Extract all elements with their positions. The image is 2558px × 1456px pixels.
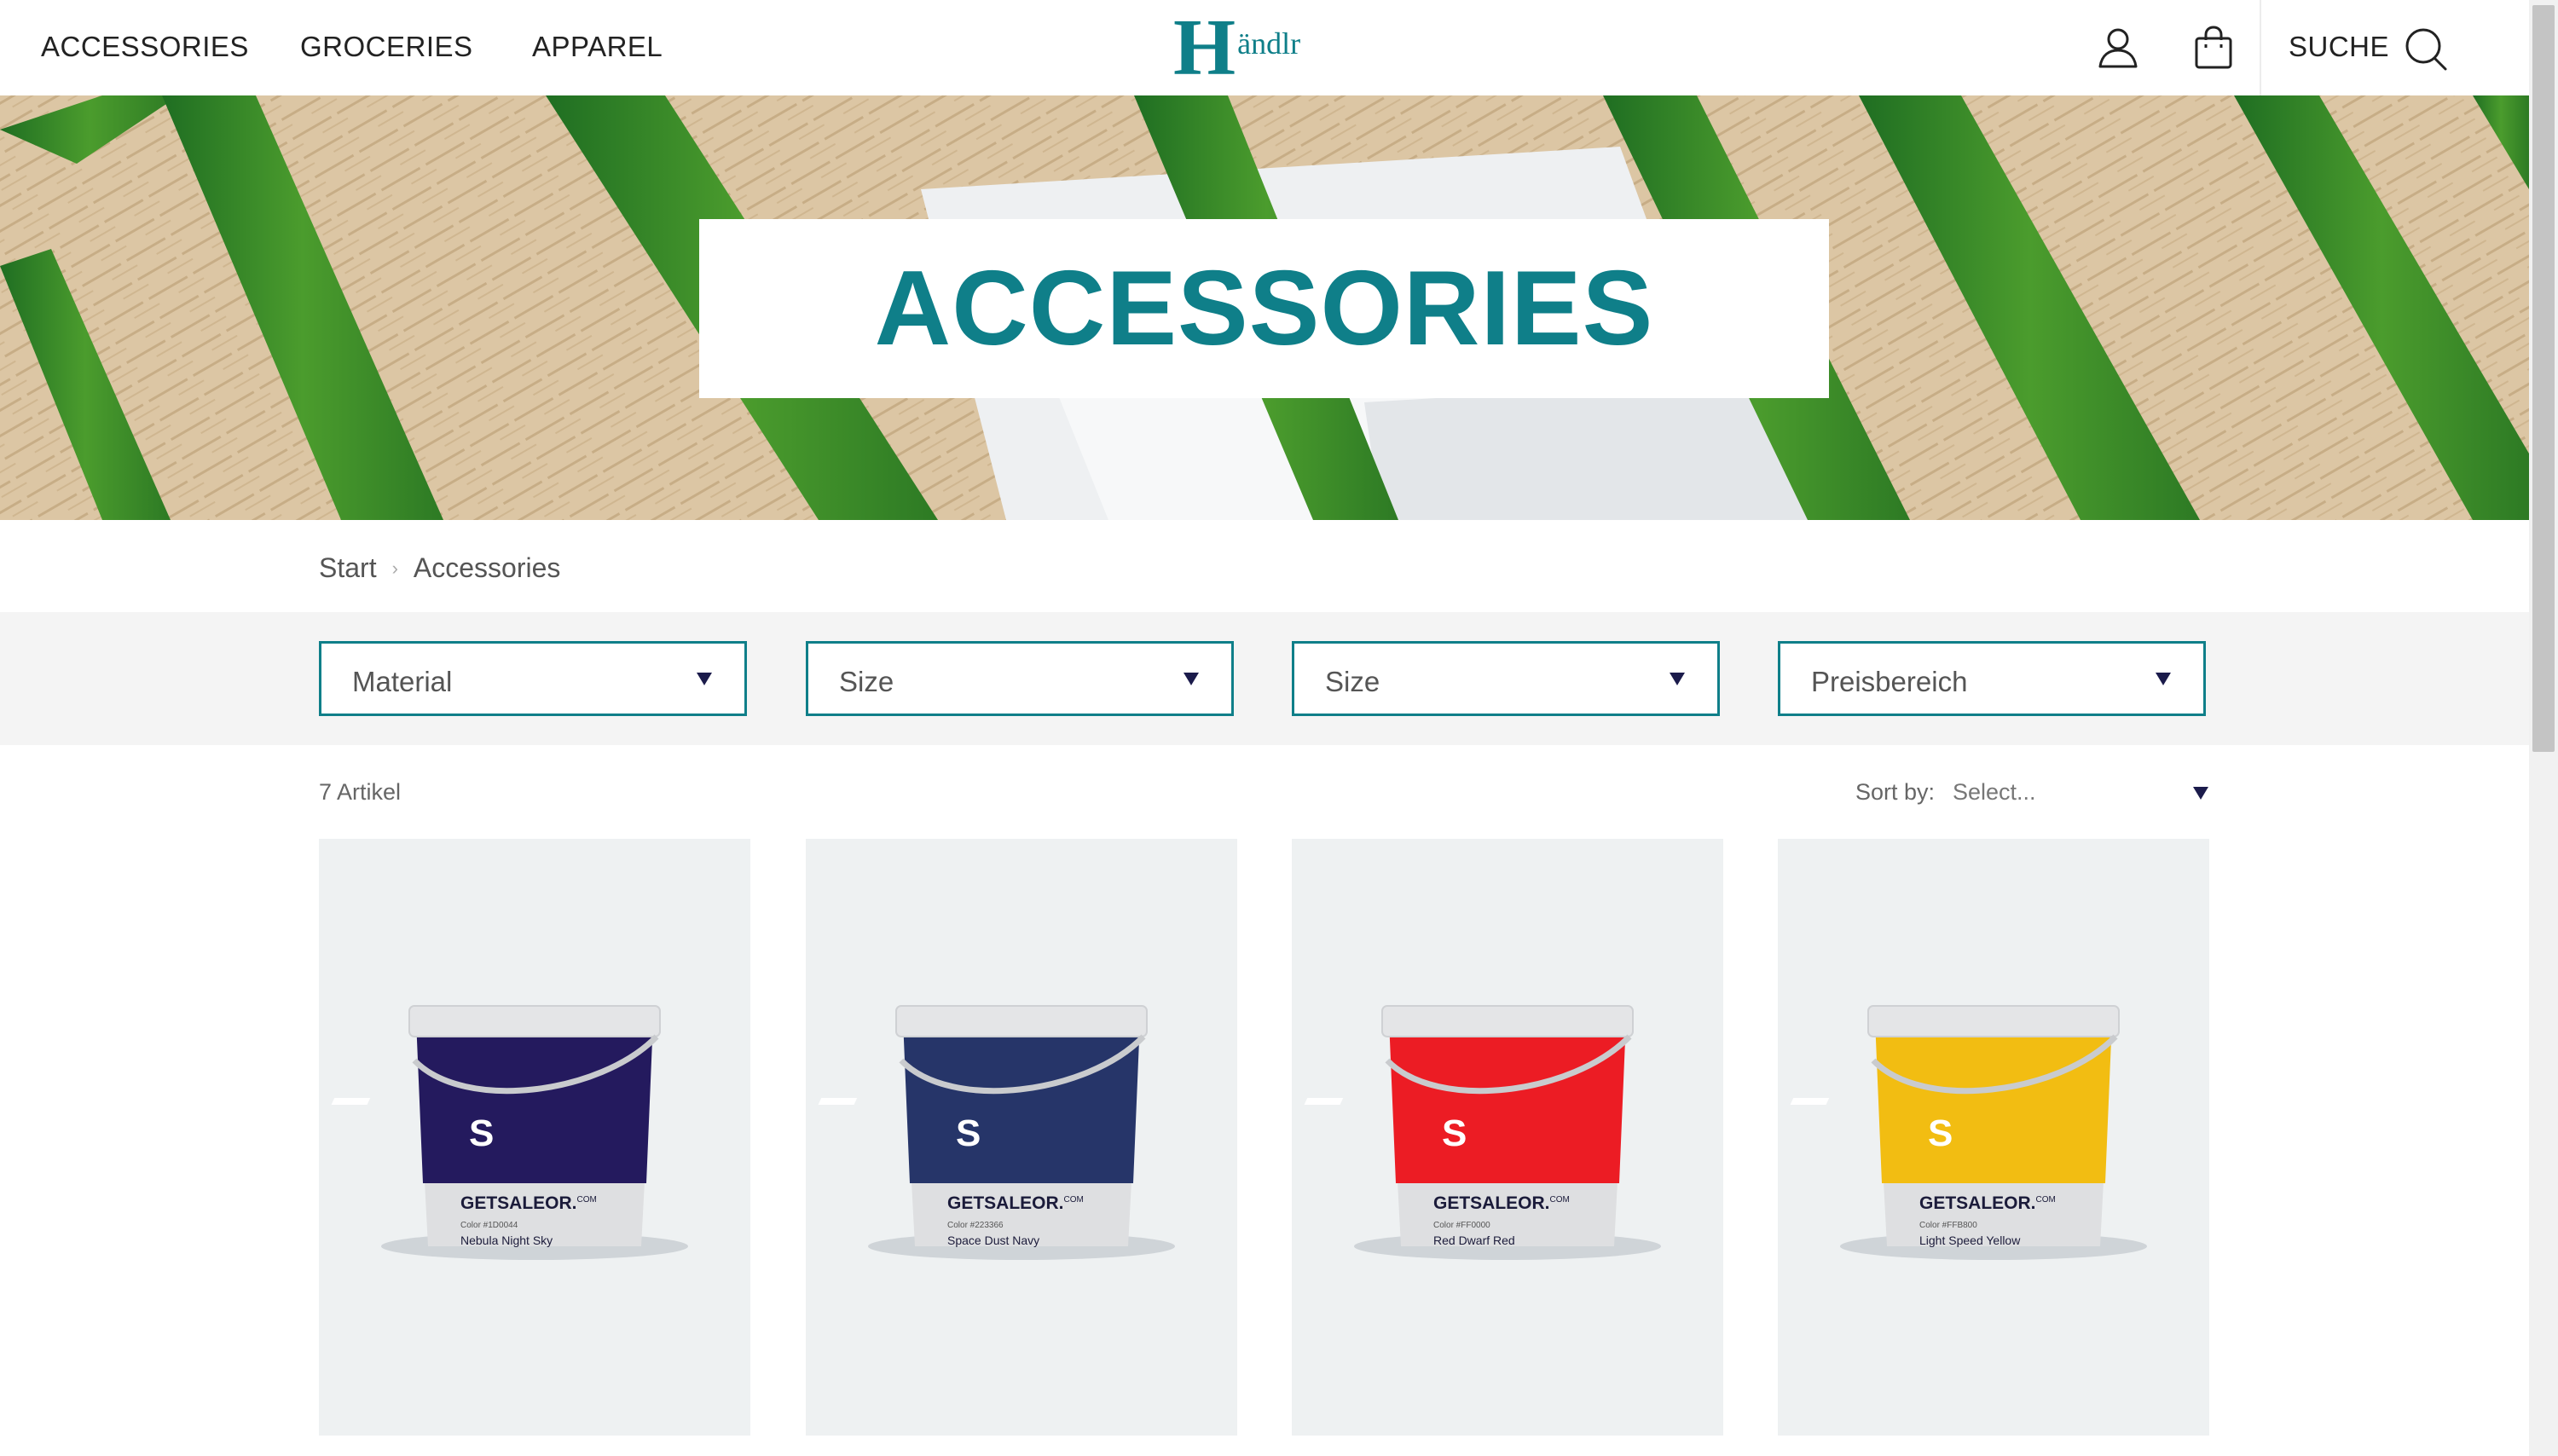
bucket-brand-suffix: COM bbox=[1550, 1195, 1570, 1205]
top-navigation: ACCESSORIES GROCERIES APPAREL H ändlr SU… bbox=[0, 0, 2529, 97]
category-hero-banner: ACCESSORIES bbox=[0, 95, 2529, 520]
bucket-product-name: Red Dwarf Red bbox=[1433, 1234, 1515, 1247]
scrollbar-thumb[interactable] bbox=[2532, 5, 2555, 752]
bucket-brand-text: GETSALEOR.COM bbox=[1433, 1193, 1570, 1213]
product-count: 7 Artikel bbox=[319, 779, 402, 805]
saleor-logo-letter: S bbox=[1928, 1112, 1953, 1154]
filter-price-range-dropdown[interactable]: Preisbereich bbox=[1778, 641, 2206, 716]
user-icon[interactable] bbox=[2096, 26, 2140, 70]
bucket-brand-text: GETSALEOR.COM bbox=[460, 1193, 597, 1213]
breadcrumb-item-start[interactable]: Start bbox=[319, 552, 377, 584]
bucket-brand-suffix: COM bbox=[577, 1195, 597, 1205]
nav-link-accessories[interactable]: ACCESSORIES bbox=[41, 31, 249, 63]
store-logo[interactable]: H ändlr bbox=[1173, 3, 1301, 92]
bucket-color-band bbox=[416, 1020, 653, 1183]
bucket-color-band bbox=[1875, 1020, 2112, 1183]
sort-value: Select... bbox=[1953, 779, 2036, 805]
product-card[interactable]: S GETSALEOR.COM Color #FF0000 Red Dwarf Red bbox=[1292, 839, 1723, 1436]
bucket-color-code: Color #FFB800 bbox=[1919, 1221, 1977, 1230]
paint-bucket-image: S GETSALEOR.COM Color #223366 Space Dust Na… bbox=[818, 1005, 1175, 1260]
filter-material-dropdown[interactable]: Material bbox=[319, 641, 747, 716]
sort-label: Sort by: bbox=[1855, 779, 1936, 805]
filter-label: Material bbox=[352, 666, 453, 697]
bucket-brand-text: GETSALEOR.COM bbox=[1919, 1193, 2056, 1213]
bucket-color-code: Color #FF0000 bbox=[1433, 1221, 1490, 1230]
paint-bucket-image: S GETSALEOR.COM Color #FF0000 Red Dwarf Red bbox=[1304, 1005, 1661, 1260]
bucket-product-name: Light Speed Yellow bbox=[1919, 1234, 2021, 1247]
breadcrumb: Start › Accessories bbox=[319, 552, 560, 584]
nav-link-apparel[interactable]: APPAREL bbox=[532, 31, 663, 63]
bucket-brand-suffix: COM bbox=[2036, 1195, 2056, 1205]
bucket-color-band bbox=[1389, 1020, 1626, 1183]
caret-down-icon bbox=[1184, 673, 1199, 685]
filter-size-dropdown-2[interactable]: Size bbox=[1292, 641, 1720, 716]
paint-bucket-image: S GETSALEOR.COM Color #FFB800 Light Speed Y… bbox=[1790, 1005, 2147, 1260]
caret-down-icon bbox=[1670, 673, 1685, 685]
bucket-brand-text: GETSALEOR.COM bbox=[947, 1193, 1084, 1213]
bucket-lid bbox=[895, 1005, 1148, 1037]
caret-down-icon bbox=[697, 673, 712, 685]
shopping-bag-icon[interactable] bbox=[2191, 26, 2236, 70]
bucket-brand-name: GETSALEOR. bbox=[947, 1193, 1064, 1213]
saleor-logo-mark bbox=[1304, 1098, 1344, 1105]
logo-initial: H bbox=[1173, 3, 1236, 92]
filter-label: Size bbox=[1325, 666, 1380, 697]
bucket-color-code: Color #1D0044 bbox=[460, 1221, 518, 1230]
filter-bar: Material Size Size Preisbereich bbox=[0, 612, 2529, 745]
product-card[interactable]: S GETSALEOR.COM Color #FFB800 Light Speed Y… bbox=[1778, 839, 2209, 1436]
bucket-lid bbox=[408, 1005, 661, 1037]
search-icon[interactable] bbox=[2403, 26, 2447, 71]
bucket-lid bbox=[1867, 1005, 2120, 1037]
breadcrumb-item-accessories[interactable]: Accessories bbox=[414, 552, 561, 584]
filter-label: Size bbox=[839, 666, 894, 697]
bucket-color-band bbox=[903, 1020, 1140, 1183]
search-label[interactable]: SUCHE bbox=[2289, 31, 2389, 63]
vertical-scrollbar[interactable] bbox=[2529, 0, 2558, 1456]
saleor-logo-letter: S bbox=[1442, 1112, 1467, 1154]
product-card[interactable]: S GETSALEOR.COM Color #1D0044 Nebula Night … bbox=[319, 839, 750, 1436]
bucket-brand-name: GETSALEOR. bbox=[1433, 1193, 1550, 1213]
bucket-brand-suffix: COM bbox=[1064, 1195, 1084, 1205]
bucket-product-name: Nebula Night Sky bbox=[460, 1234, 553, 1247]
paint-bucket-image: S GETSALEOR.COM Color #1D0044 Nebula Night … bbox=[331, 1005, 688, 1260]
caret-down-icon bbox=[2193, 787, 2208, 800]
bucket-brand-name: GETSALEOR. bbox=[460, 1193, 577, 1213]
logo-text: ändlr bbox=[1237, 26, 1301, 61]
sort-dropdown[interactable]: Sort by: Select... bbox=[1855, 779, 2208, 808]
chevron-right-icon: › bbox=[391, 557, 398, 579]
caret-down-icon bbox=[2156, 673, 2171, 685]
saleor-logo-letter: S bbox=[956, 1112, 981, 1154]
nav-divider bbox=[2260, 0, 2261, 95]
saleor-logo-letter: S bbox=[469, 1112, 494, 1154]
bucket-color-code: Color #223366 bbox=[947, 1221, 1004, 1230]
nav-link-groceries[interactable]: GROCERIES bbox=[300, 31, 473, 63]
product-card[interactable]: S GETSALEOR.COM Color #223366 Space Dust Na… bbox=[806, 839, 1237, 1436]
saleor-logo-mark bbox=[331, 1098, 371, 1105]
saleor-logo-mark bbox=[818, 1098, 858, 1105]
bucket-product-name: Space Dust Navy bbox=[947, 1234, 1039, 1247]
hero-title-card: ACCESSORIES bbox=[699, 219, 1829, 398]
saleor-logo-mark bbox=[1790, 1098, 1830, 1105]
page-title: ACCESSORIES bbox=[874, 250, 1654, 367]
bucket-lid bbox=[1381, 1005, 1634, 1037]
filter-size-dropdown[interactable]: Size bbox=[806, 641, 1234, 716]
filter-label: Preisbereich bbox=[1811, 666, 1968, 697]
bucket-brand-name: GETSALEOR. bbox=[1919, 1193, 2036, 1213]
